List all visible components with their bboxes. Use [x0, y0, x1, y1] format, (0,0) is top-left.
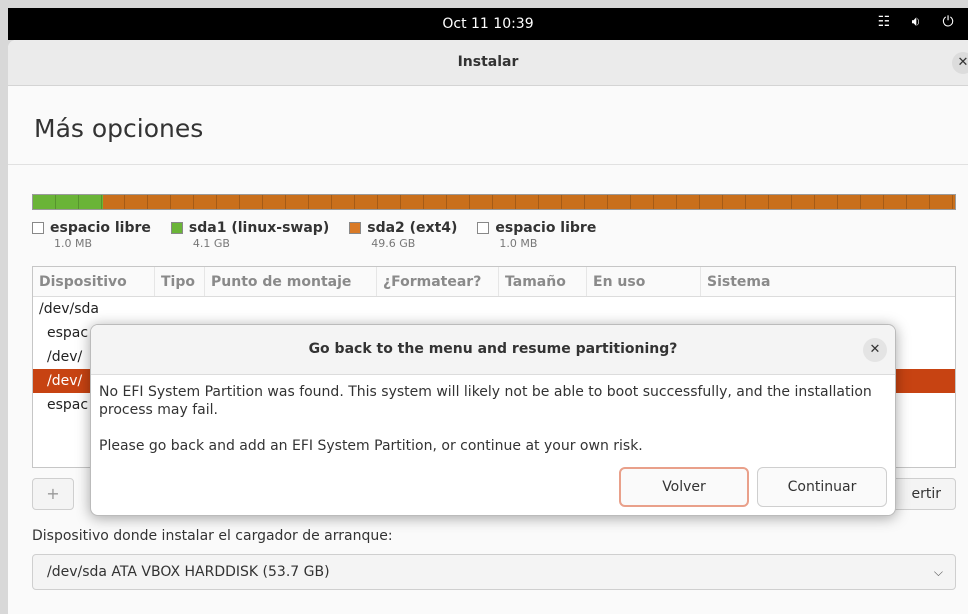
legend-label: espacio libre [495, 220, 597, 236]
dialog-close-button[interactable]: ✕ [863, 338, 887, 362]
legend-size: 49.6 GB [371, 237, 416, 250]
window-titlebar: Instalar ✕ [8, 40, 968, 86]
legend-item: sda1 (linux-swap) 4.1 GB [170, 220, 330, 250]
col-punto-montaje[interactable]: Punto de montaje [205, 267, 377, 296]
partition-legend: espacio libre 1.0 MB sda1 (linux-swap) 4… [32, 220, 596, 250]
col-en-uso[interactable]: En uso [587, 267, 701, 296]
col-formatear[interactable]: ¿Formatear? [377, 267, 499, 296]
legend-item: espacio libre 1.0 MB [477, 220, 596, 250]
swatch-swap-icon [170, 222, 183, 234]
col-dispositivo[interactable]: Dispositivo [33, 267, 155, 296]
legend-item: sda2 (ext4) 49.6 GB [349, 220, 457, 250]
window-title: Instalar [457, 54, 519, 70]
network-icon[interactable]: ☷ [876, 14, 892, 30]
continue-button[interactable]: Continuar [757, 467, 887, 507]
dialog-title: Go back to the menu and resume partition… [308, 341, 678, 357]
legend-size: 4.1 GB [192, 237, 230, 250]
power-icon[interactable]: ⏻ [940, 14, 956, 30]
volume-icon[interactable]: 🔉︎ [908, 14, 924, 30]
top-bar: Oct 11 10:39 ☷ 🔉︎ ⏻ [8, 8, 968, 40]
dialog-header: Go back to the menu and resume partition… [91, 325, 895, 375]
bootloader-label: Dispositivo donde instalar el cargador d… [32, 528, 393, 544]
bootloader-selected-value: /dev/sda ATA VBOX HARDDISK (53.7 GB) [47, 564, 330, 580]
partition-bar [32, 194, 956, 210]
bootloader-select[interactable]: /dev/sda ATA VBOX HARDDISK (53.7 GB) ⌵ [32, 554, 956, 590]
divider [8, 164, 968, 165]
add-partition-button[interactable]: + [32, 478, 74, 510]
table-row[interactable]: /dev/sda [33, 297, 955, 321]
legend-item: espacio libre 1.0 MB [32, 220, 151, 250]
swatch-ext4-icon [349, 222, 362, 234]
dialog-message: No EFI System Partition was found. This … [99, 384, 872, 418]
system-tray[interactable]: ☷ 🔉︎ ⏻ [876, 14, 956, 30]
swatch-free-icon [477, 222, 490, 234]
dialog-buttons: Volver Continuar [619, 467, 887, 507]
col-tamano[interactable]: Tamaño [499, 267, 587, 296]
legend-label: espacio libre [50, 220, 151, 236]
dialog-message: Please go back and add an EFI System Par… [99, 438, 643, 454]
swatch-free-icon [32, 222, 44, 234]
page-title: Más opciones [34, 114, 204, 143]
back-button[interactable]: Volver [619, 467, 749, 507]
dialog-body: No EFI System Partition was found. This … [99, 383, 887, 473]
legend-size: 1.0 MB [499, 237, 538, 250]
col-tipo[interactable]: Tipo [155, 267, 205, 296]
legend-size: 1.0 MB [54, 237, 93, 250]
window-close-button[interactable]: ✕ [952, 52, 968, 74]
legend-label: sda1 (linux-swap) [188, 220, 330, 236]
table-header: Dispositivo Tipo Punto de montaje ¿Forma… [33, 267, 955, 297]
chevron-down-icon: ⌵ [933, 565, 943, 579]
legend-label: sda2 (ext4) [367, 220, 458, 236]
clock[interactable]: Oct 11 10:39 [8, 16, 968, 32]
col-sistema[interactable]: Sistema [701, 267, 955, 296]
efi-warning-dialog: Go back to the menu and resume partition… [90, 324, 896, 516]
partition-bar-grid [33, 195, 955, 209]
